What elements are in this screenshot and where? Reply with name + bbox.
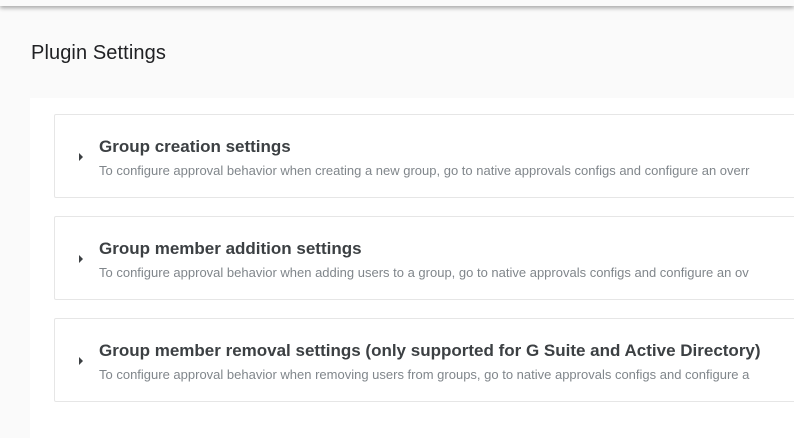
section-description: To configure approval behavior when remo… — [99, 367, 750, 382]
section-title: Group creation settings — [99, 137, 291, 156]
section-title: Group member addition settings — [99, 239, 362, 258]
chevron-right-icon[interactable] — [79, 153, 83, 161]
chevron-right-icon[interactable] — [79, 357, 83, 365]
section-group-member-addition[interactable]: Group member addition settings To config… — [54, 216, 794, 300]
page-title: Plugin Settings — [31, 42, 166, 64]
section-description: To configure approval behavior when crea… — [99, 163, 750, 178]
section-title: Group member removal settings (only supp… — [99, 341, 761, 360]
chevron-right-icon[interactable] — [79, 255, 83, 263]
section-description: To configure approval behavior when addi… — [99, 265, 749, 280]
top-bar-shadow — [0, 0, 794, 6]
section-group-member-removal[interactable]: Group member removal settings (only supp… — [54, 318, 794, 402]
section-group-creation[interactable]: Group creation settings To configure app… — [54, 114, 794, 198]
settings-panel: Group creation settings To configure app… — [30, 98, 794, 438]
